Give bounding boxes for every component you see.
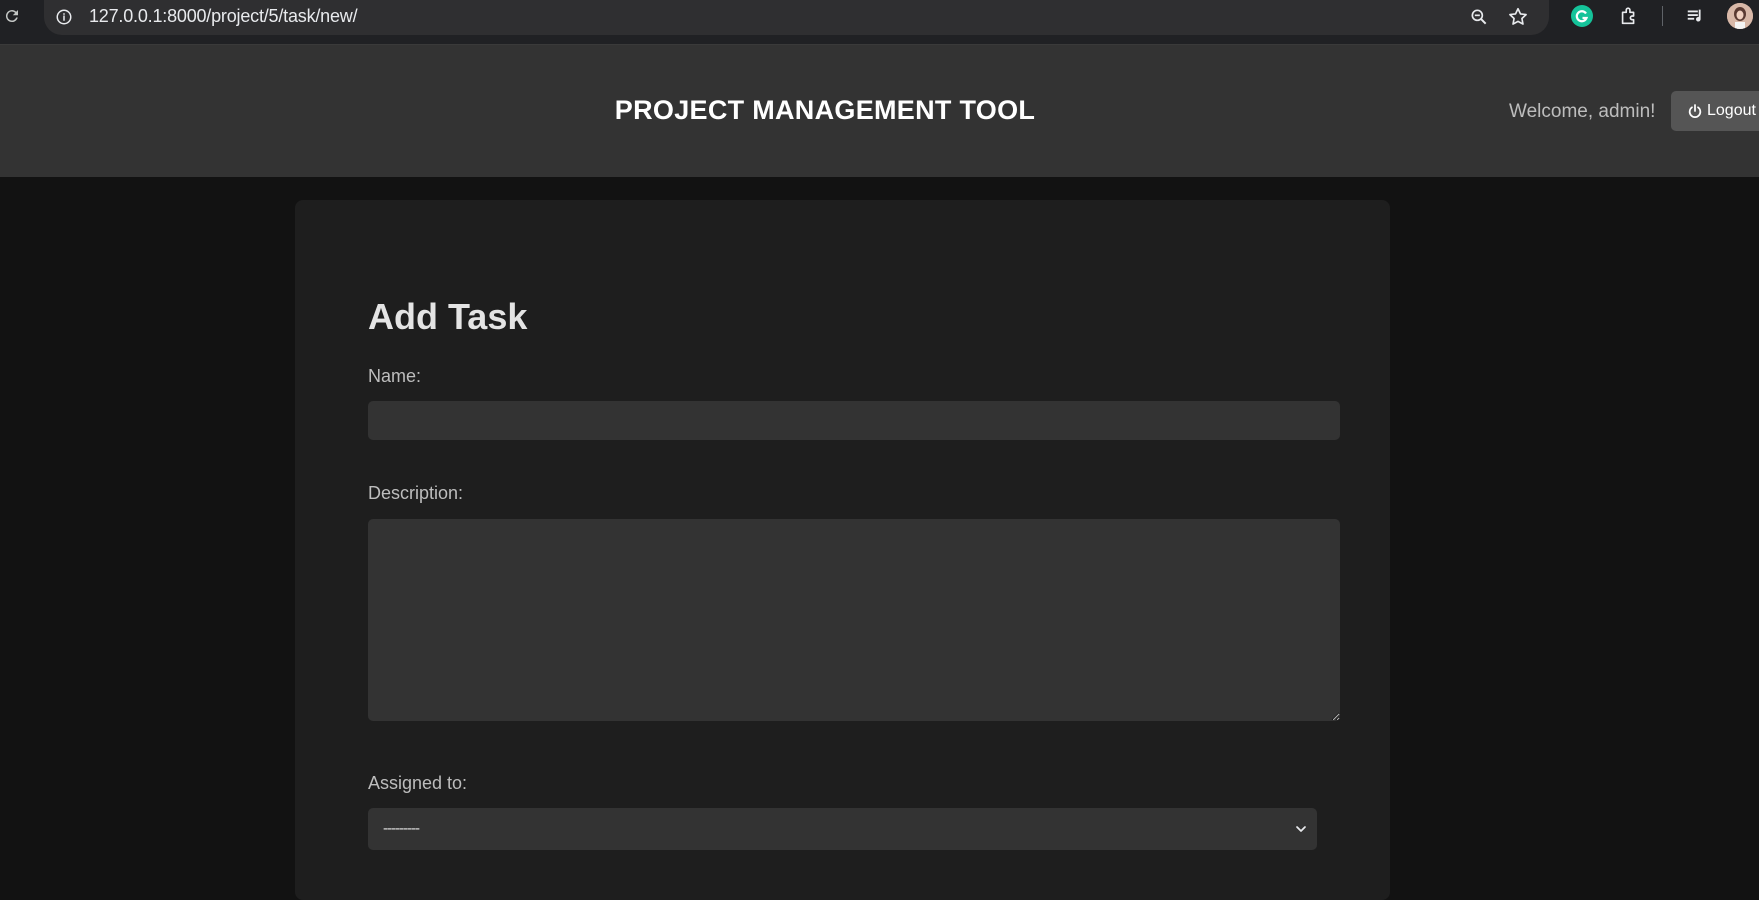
grammarly-icon[interactable]	[1569, 3, 1595, 29]
zoom-icon[interactable]	[1467, 5, 1491, 29]
toolbar-divider	[1662, 6, 1663, 26]
chevron-down-icon	[1293, 821, 1309, 837]
assigned-to-value: ---------	[383, 820, 420, 837]
url-text[interactable]: 127.0.0.1:8000/project/5/task/new/	[89, 6, 358, 27]
browser-toolbar: 127.0.0.1:8000/project/5/task/new/	[0, 0, 1759, 45]
assigned-to-select[interactable]: ---------	[368, 808, 1317, 850]
add-task-card: Add Task Name: Description: Assigned to:…	[295, 200, 1390, 900]
app-title: PROJECT MANAGEMENT TOOL	[614, 95, 1036, 125]
power-icon	[1687, 103, 1703, 119]
description-textarea[interactable]	[368, 519, 1340, 721]
profile-avatar[interactable]	[1727, 3, 1753, 29]
assigned-to-label: Assigned to:	[368, 773, 468, 793]
address-bar[interactable]: 127.0.0.1:8000/project/5/task/new/	[44, 0, 1549, 35]
welcome-message: Welcome, admin!	[1509, 101, 1656, 122]
page-title: Add Task	[368, 296, 528, 337]
app-header: PROJECT MANAGEMENT TOOL Welcome, admin! …	[0, 45, 1759, 177]
name-label: Name:	[368, 366, 422, 386]
logout-button[interactable]: Logout	[1671, 91, 1759, 131]
media-playlist-icon[interactable]	[1683, 3, 1709, 29]
reload-icon[interactable]	[0, 4, 24, 28]
bookmark-star-icon[interactable]	[1506, 5, 1530, 29]
name-input[interactable]	[368, 401, 1340, 440]
description-label: Description:	[368, 483, 464, 503]
logout-label: Logout	[1707, 102, 1756, 119]
extensions-icon[interactable]	[1616, 3, 1642, 29]
site-info-icon[interactable]	[54, 7, 74, 27]
